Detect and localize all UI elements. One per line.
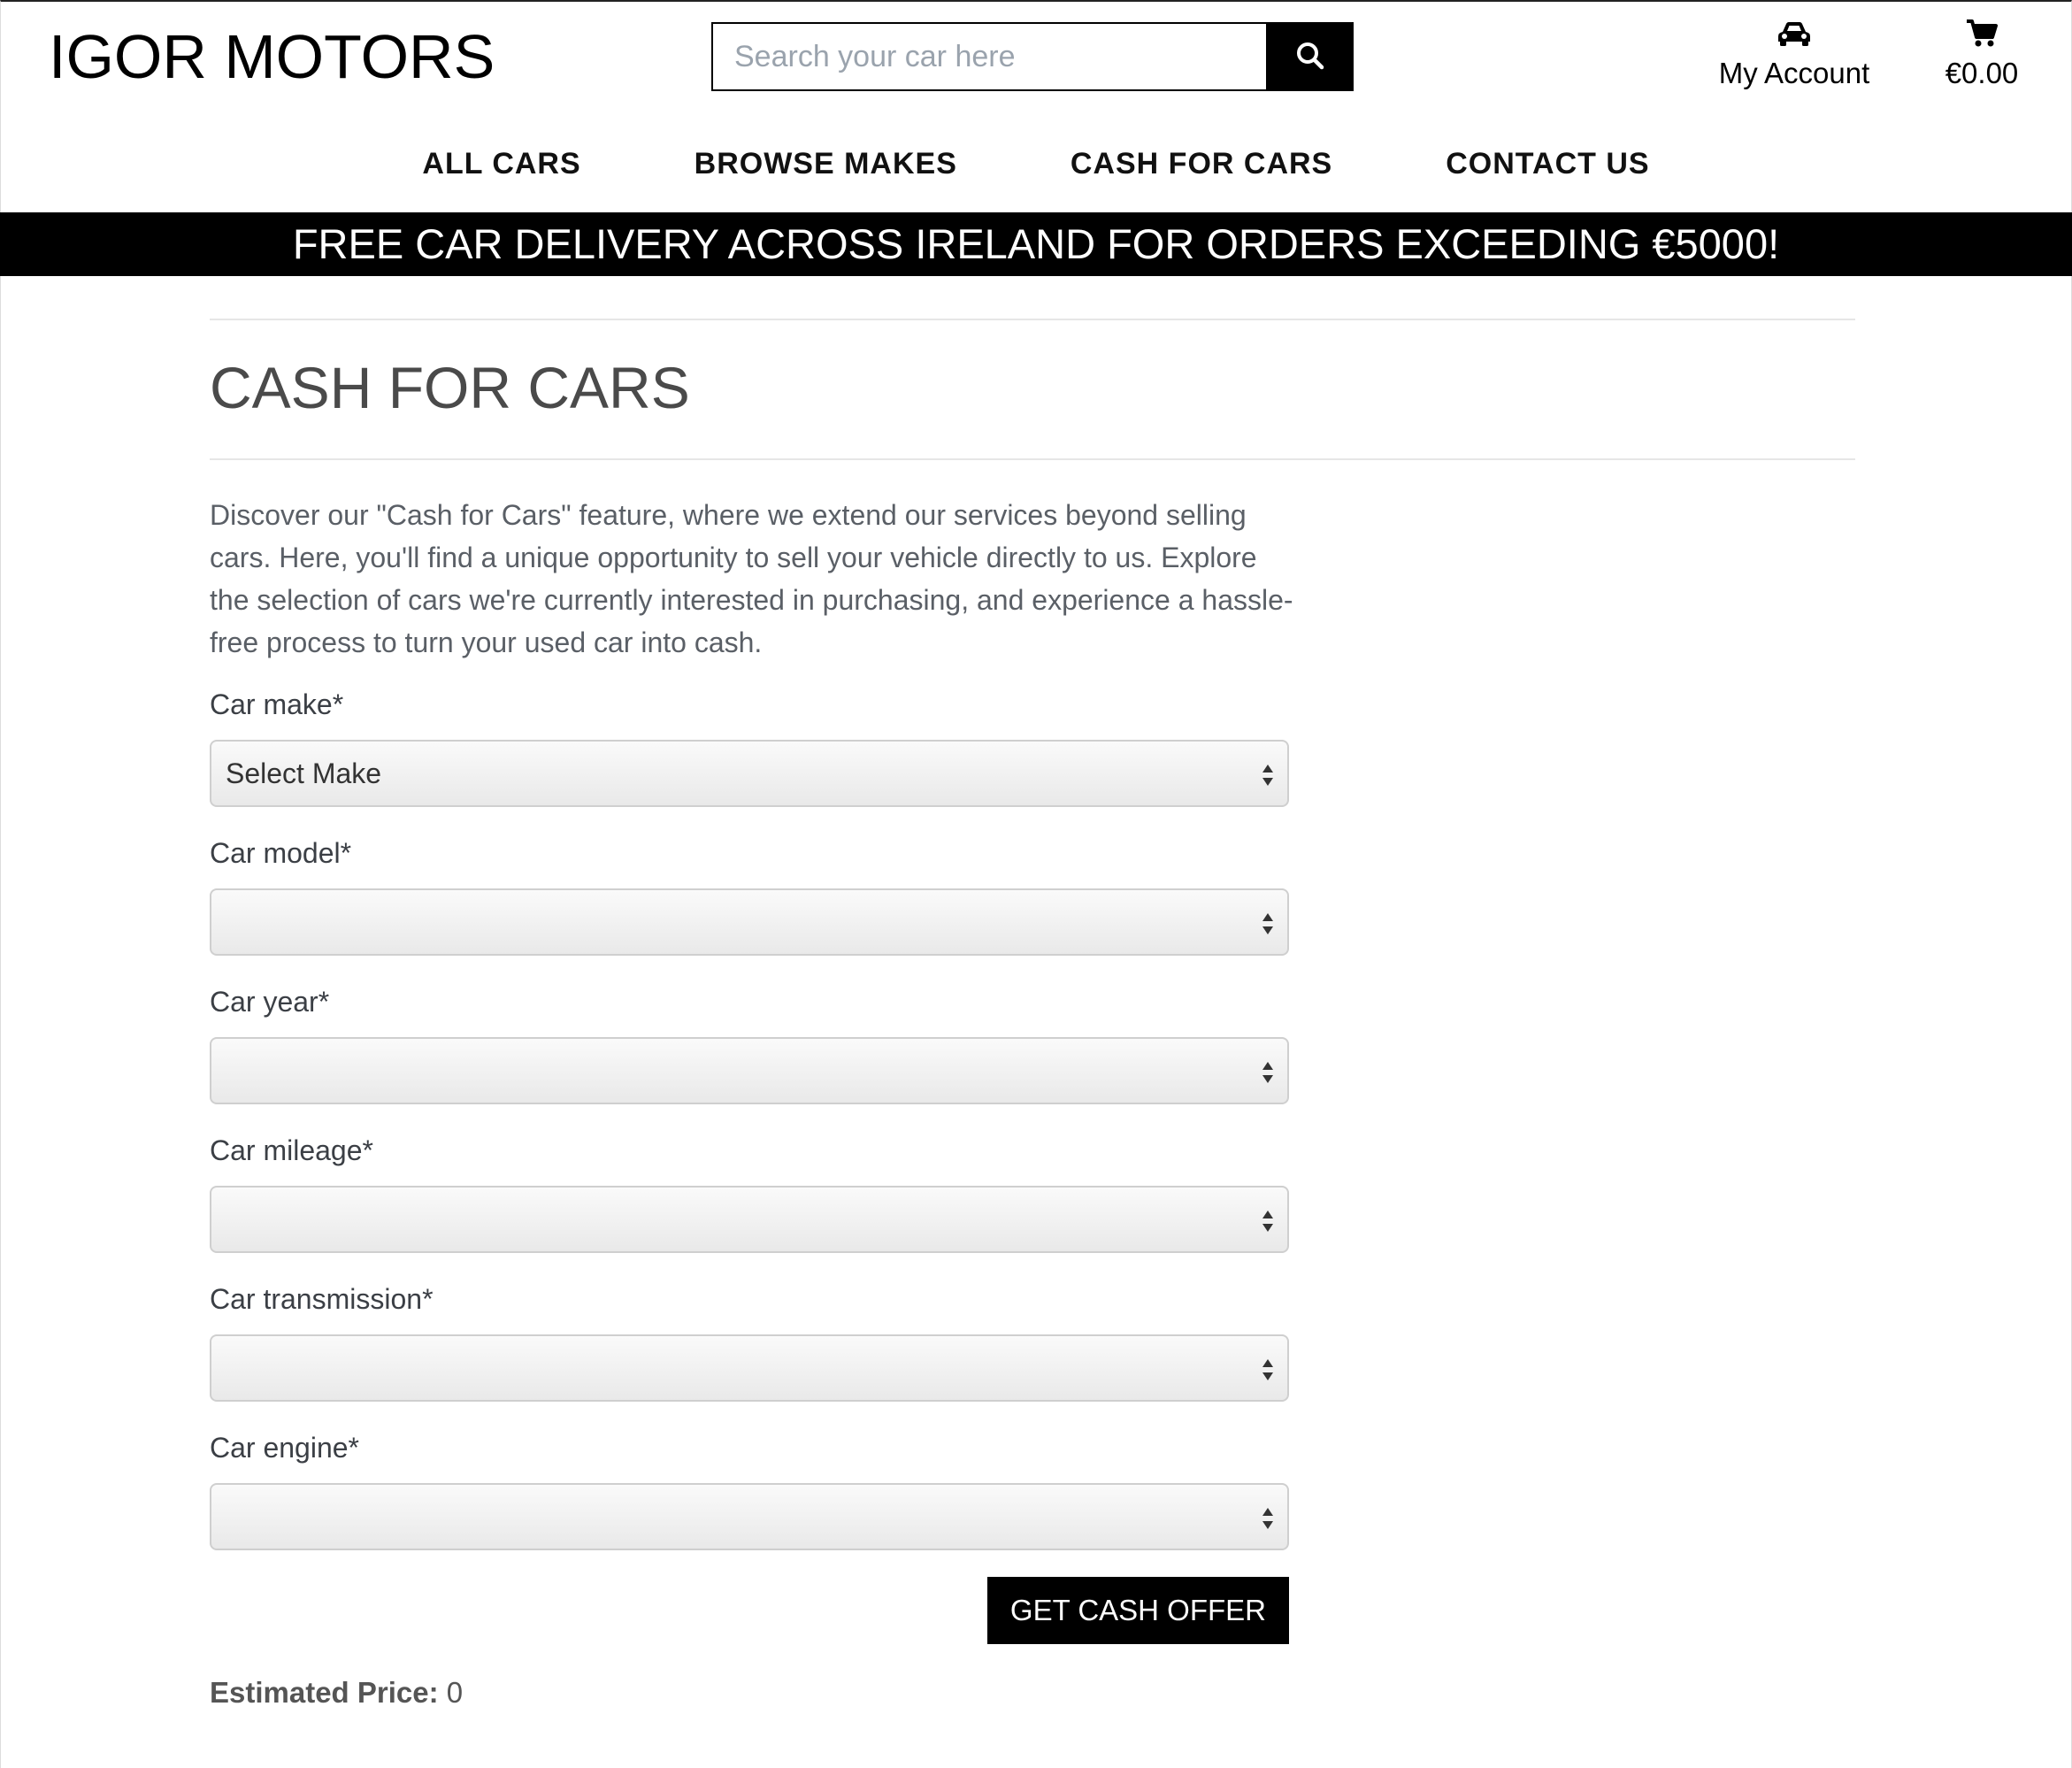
select-arrows-icon	[1262, 1062, 1273, 1083]
estimated-price-value: 0	[446, 1676, 464, 1709]
car-make-label: Car make*	[210, 688, 344, 720]
search-icon	[1295, 41, 1325, 73]
cash-for-cars-form: Car make* Select Make Car model* Car yea…	[210, 687, 1289, 1710]
car-make-select[interactable]: Select Make	[210, 740, 1289, 807]
car-icon	[1707, 16, 1881, 51]
car-model-select[interactable]	[210, 888, 1289, 956]
field-car-transmission: Car transmission*	[210, 1281, 1289, 1402]
field-car-mileage: Car mileage*	[210, 1133, 1289, 1253]
main-nav: ALL CARS BROWSE MAKES CASH FOR CARS CONT…	[0, 133, 2072, 195]
cart-total: €0.00	[1945, 57, 2019, 89]
nav-item-contact-us[interactable]: CONTACT US	[1446, 133, 1649, 195]
page-title: CASH FOR CARS	[210, 355, 690, 420]
field-car-make: Car make* Select Make	[210, 687, 1289, 807]
delivery-banner: FREE CAR DELIVERY ACROSS IRELAND FOR ORD…	[0, 212, 2072, 276]
select-arrows-icon	[1262, 1211, 1273, 1232]
field-car-year: Car year*	[210, 984, 1289, 1104]
search-bar	[711, 22, 1354, 91]
select-arrows-icon	[1262, 1359, 1273, 1380]
car-model-label: Car model*	[210, 837, 352, 869]
get-cash-offer-button[interactable]: GET CASH OFFER	[986, 1577, 1289, 1644]
main-content: CASH FOR CARS Discover our "Cash for Car…	[210, 319, 1855, 1710]
car-engine-label: Car engine*	[210, 1432, 359, 1464]
cart-icon	[1938, 16, 2026, 51]
cart-link[interactable]: €0.00	[1938, 16, 2026, 96]
estimated-price-label: Estimated Price:	[210, 1676, 439, 1709]
form-actions: GET CASH OFFER	[210, 1577, 1289, 1644]
car-make-value: Select Make	[226, 757, 382, 789]
car-transmission-select[interactable]	[210, 1334, 1289, 1402]
nav-item-browse-makes[interactable]: BROWSE MAKES	[695, 133, 957, 195]
divider-bottom	[210, 458, 1855, 460]
nav-item-all-cars[interactable]: ALL CARS	[422, 133, 580, 195]
my-account-label: My Account	[1718, 57, 1870, 89]
select-arrows-icon	[1262, 1508, 1273, 1529]
select-arrows-icon	[1262, 765, 1273, 786]
car-mileage-label: Car mileage*	[210, 1134, 373, 1166]
my-account-link[interactable]: My Account	[1707, 16, 1881, 96]
nav-item-cash-for-cars[interactable]: CASH FOR CARS	[1071, 133, 1332, 195]
intro-text: Discover our "Cash for Cars" feature, wh…	[210, 499, 1293, 658]
car-year-label: Car year*	[210, 986, 330, 1018]
search-input[interactable]	[711, 22, 1266, 91]
select-arrows-icon	[1262, 913, 1273, 934]
estimated-price: Estimated Price: 0	[210, 1676, 1289, 1710]
site-logo[interactable]: IGOR MOTORS	[49, 19, 495, 94]
car-mileage-select[interactable]	[210, 1186, 1289, 1253]
field-car-engine: Car engine*	[210, 1430, 1289, 1550]
car-year-select[interactable]	[210, 1037, 1289, 1104]
field-car-model: Car model*	[210, 835, 1289, 956]
divider-top	[210, 319, 1855, 320]
car-transmission-label: Car transmission*	[210, 1283, 434, 1315]
search-button[interactable]	[1266, 22, 1354, 91]
car-engine-select[interactable]	[210, 1483, 1289, 1550]
